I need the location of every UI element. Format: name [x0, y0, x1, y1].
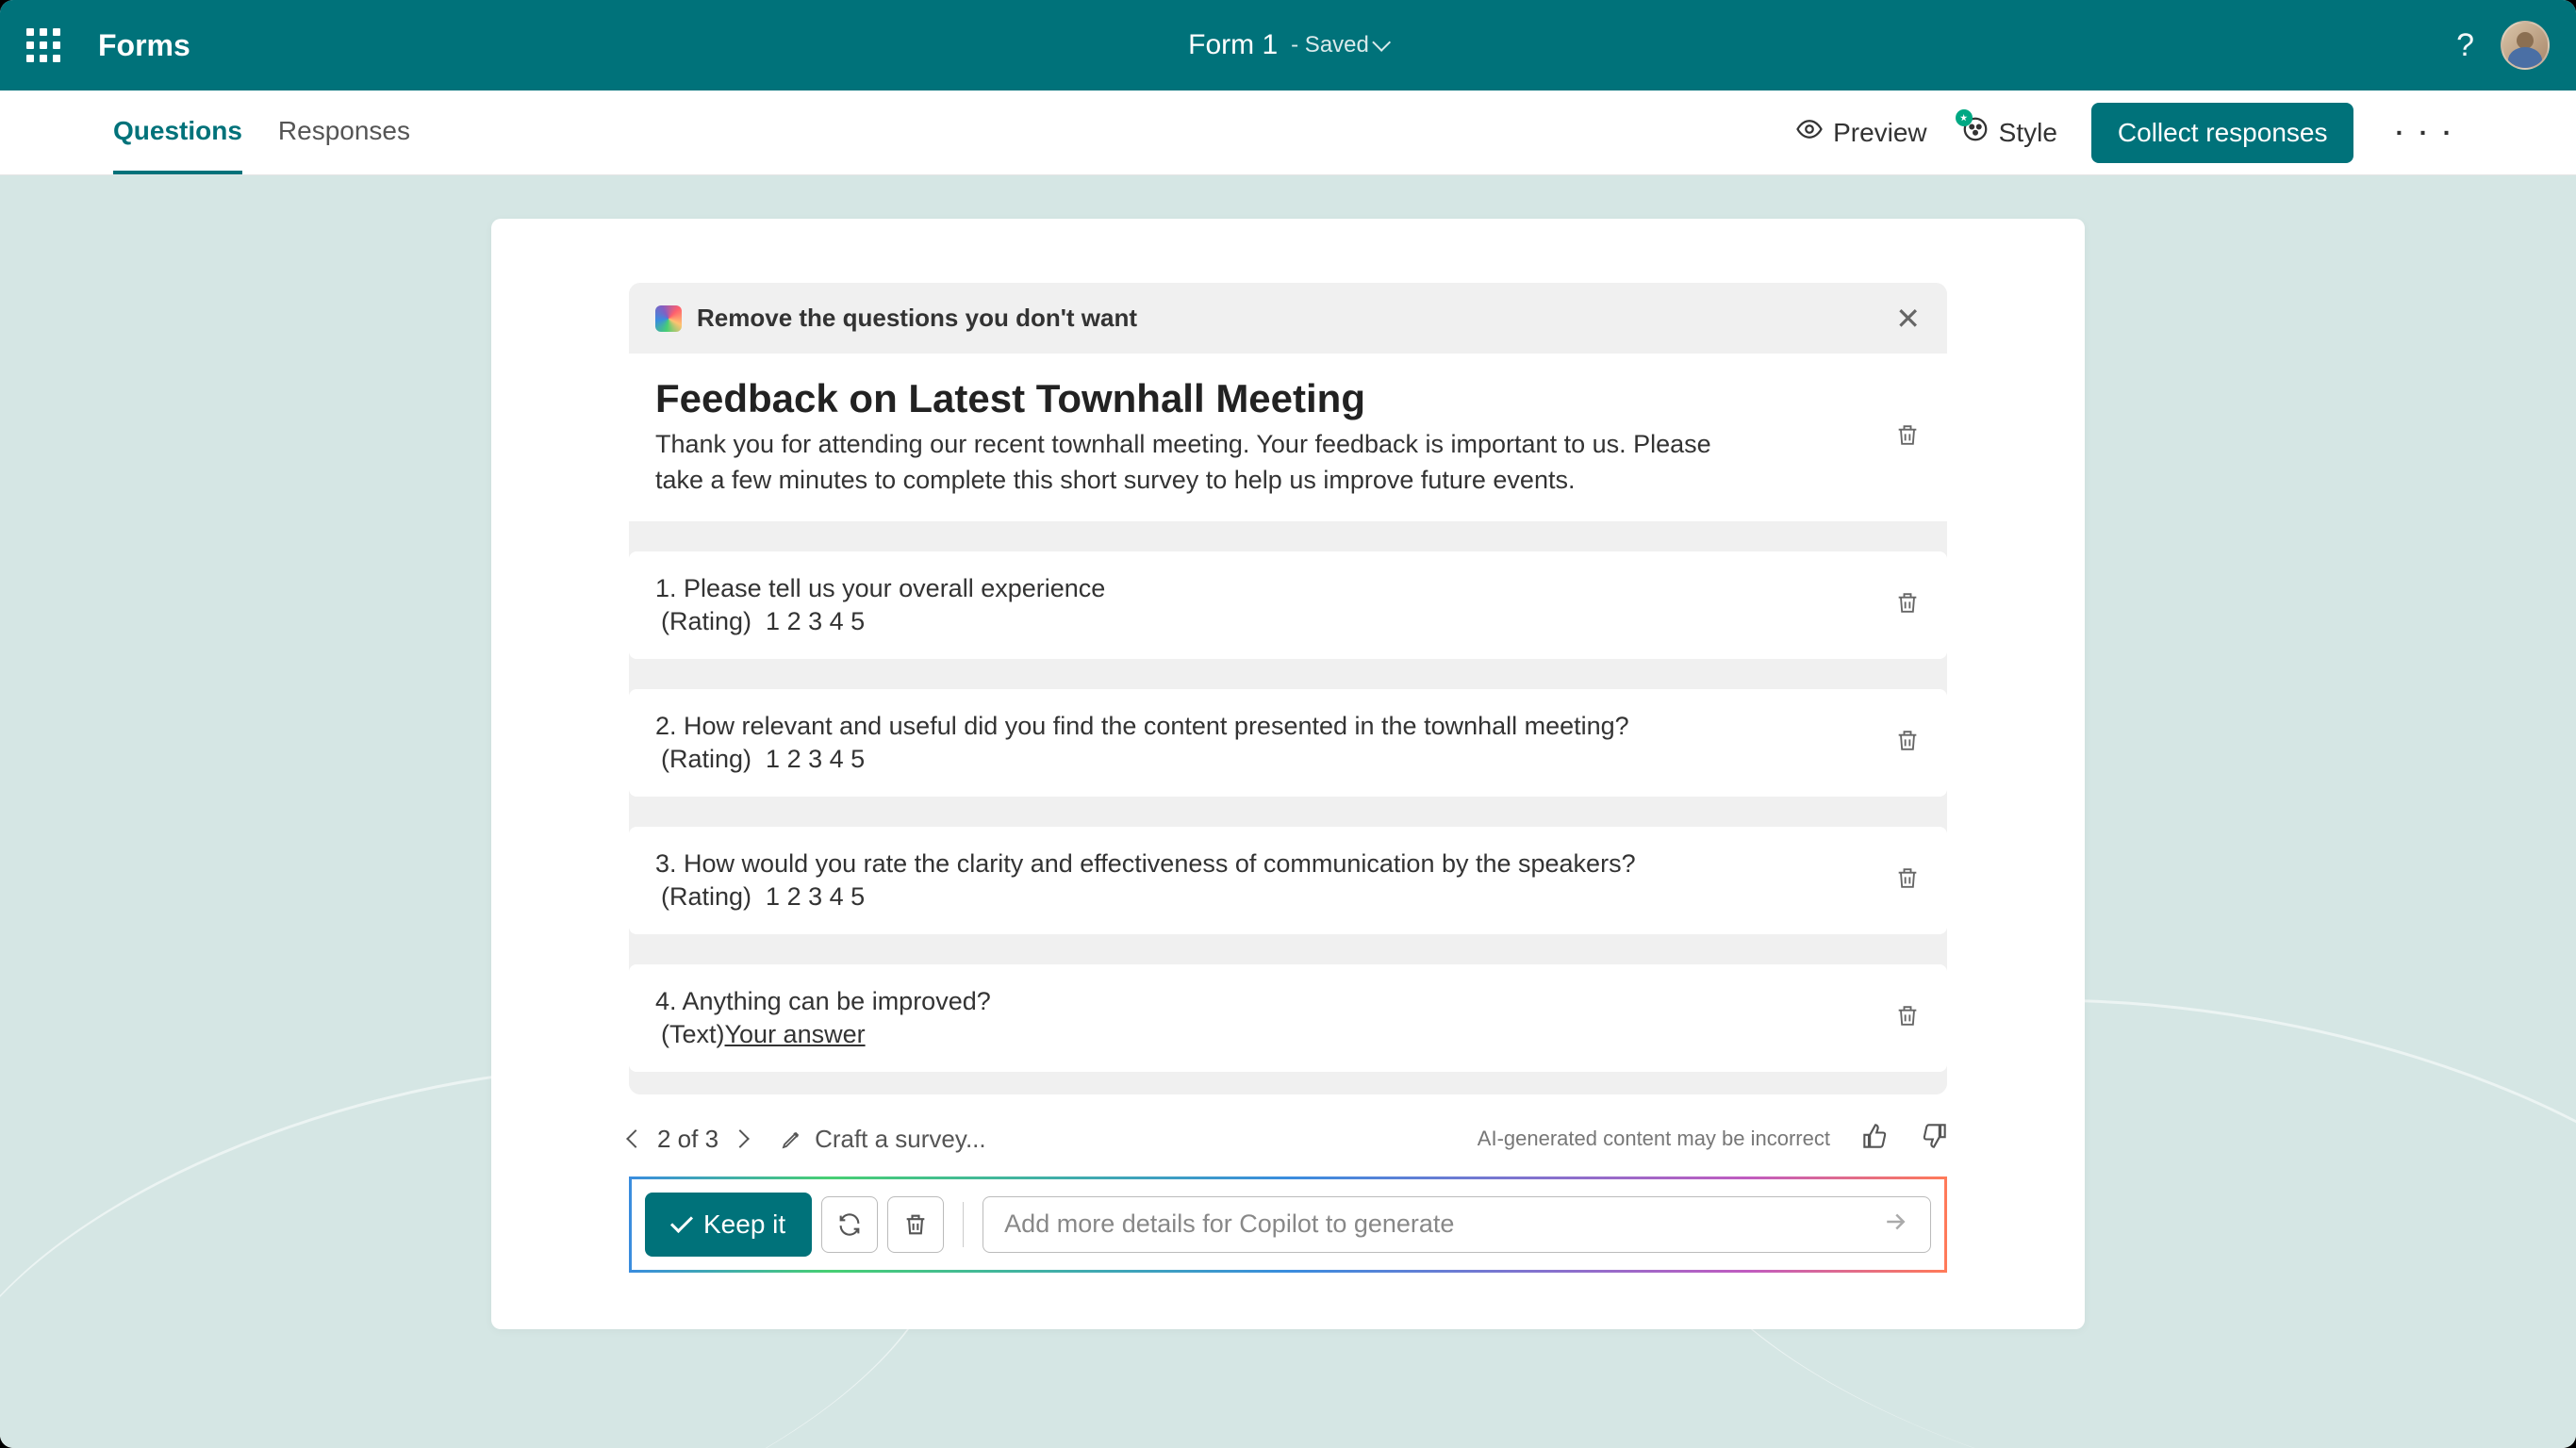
question-card[interactable]: 1. Please tell us your overall experienc…	[629, 551, 1947, 659]
pager-prev-button[interactable]	[626, 1129, 645, 1148]
copilot-prompt-input-wrap	[983, 1196, 1931, 1253]
delete-question-button[interactable]	[1894, 864, 1921, 896]
divider	[963, 1202, 964, 1247]
thumbs-up-button[interactable]	[1862, 1123, 1889, 1156]
app-name: Forms	[98, 28, 190, 63]
delete-title-button[interactable]	[1894, 421, 1921, 452]
form-sheet: Remove the questions you don't want ✕ Fe…	[491, 219, 2085, 1329]
close-icon[interactable]: ✕	[1895, 304, 1921, 334]
form-title-card: Feedback on Latest Townhall Meeting Than…	[629, 354, 1947, 521]
app-window: Forms Form 1 - Saved ? Questions Respons…	[0, 0, 2576, 1448]
user-avatar[interactable]	[2501, 21, 2550, 70]
pager-next-button[interactable]	[731, 1129, 750, 1148]
chevron-down-icon	[1372, 33, 1391, 52]
craft-survey-button[interactable]: Craft a survey...	[781, 1125, 986, 1154]
style-button[interactable]: Style	[1961, 115, 2057, 150]
regenerate-button[interactable]	[821, 1196, 878, 1253]
copilot-panel: Remove the questions you don't want ✕ Fe…	[629, 283, 1947, 1094]
eye-icon	[1795, 115, 1824, 150]
save-status: - Saved	[1291, 32, 1388, 58]
question-card[interactable]: 3. How would you rate the clarity and ef…	[629, 827, 1947, 934]
copilot-action-row: Keep it	[629, 1176, 1947, 1273]
questions-list: 1. Please tell us your overall experienc…	[629, 551, 1947, 1094]
copilot-logo-icon	[655, 305, 682, 332]
tab-questions[interactable]: Questions	[113, 91, 242, 174]
delete-question-button[interactable]	[1894, 589, 1921, 620]
question-text: 2. How relevant and useful did you find …	[655, 712, 1921, 741]
question-text: 4. Anything can be improved?	[655, 987, 1921, 1016]
copilot-pager-row: 2 of 3 Craft a survey... AI-generated co…	[629, 1123, 1947, 1156]
question-card[interactable]: 4. Anything can be improved? (Text)Your …	[629, 964, 1947, 1072]
app-launcher-icon[interactable]	[26, 28, 60, 62]
question-meta: (Rating) 1 2 3 4 5	[655, 882, 1921, 912]
preview-button[interactable]: Preview	[1795, 115, 1927, 150]
check-icon	[670, 1210, 693, 1233]
copilot-banner: Remove the questions you don't want ✕	[629, 283, 1947, 354]
delete-question-button[interactable]	[1894, 1002, 1921, 1033]
form-description: Thank you for attending our recent townh…	[655, 427, 1740, 499]
question-card[interactable]: 2. How relevant and useful did you find …	[629, 689, 1947, 797]
pager: 2 of 3	[629, 1125, 747, 1154]
style-icon	[1961, 115, 1990, 150]
document-title-area[interactable]: Form 1 - Saved	[1188, 29, 1388, 61]
thumbs-down-button[interactable]	[1921, 1123, 1947, 1156]
question-meta: (Rating) 1 2 3 4 5	[655, 607, 1921, 636]
form-title: Feedback on Latest Townhall Meeting	[655, 376, 1921, 421]
collect-responses-button[interactable]: Collect responses	[2091, 103, 2354, 163]
toolbar: Questions Responses Preview Style Collec…	[0, 90, 2576, 175]
ai-disclaimer: AI-generated content may be incorrect	[1478, 1127, 1830, 1151]
send-icon[interactable]	[1881, 1208, 1909, 1241]
discard-button[interactable]	[887, 1196, 944, 1253]
copilot-prompt-input[interactable]	[1004, 1209, 1881, 1239]
tab-responses[interactable]: Responses	[278, 91, 410, 174]
app-header: Forms Form 1 - Saved ?	[0, 0, 2576, 90]
help-icon[interactable]: ?	[2456, 27, 2474, 64]
pager-label: 2 of 3	[657, 1125, 718, 1154]
document-title: Form 1	[1188, 29, 1278, 61]
copilot-banner-text: Remove the questions you don't want	[697, 304, 1137, 333]
keep-it-button[interactable]: Keep it	[645, 1193, 812, 1257]
question-text: 1. Please tell us your overall experienc…	[655, 574, 1921, 603]
more-options-button[interactable]: · · ·	[2387, 118, 2463, 148]
delete-question-button[interactable]	[1894, 727, 1921, 758]
question-text: 3. How would you rate the clarity and ef…	[655, 849, 1921, 879]
question-meta: (Text)Your answer	[655, 1020, 1921, 1049]
canvas: Remove the questions you don't want ✕ Fe…	[0, 175, 2576, 1448]
question-meta: (Rating) 1 2 3 4 5	[655, 745, 1921, 774]
